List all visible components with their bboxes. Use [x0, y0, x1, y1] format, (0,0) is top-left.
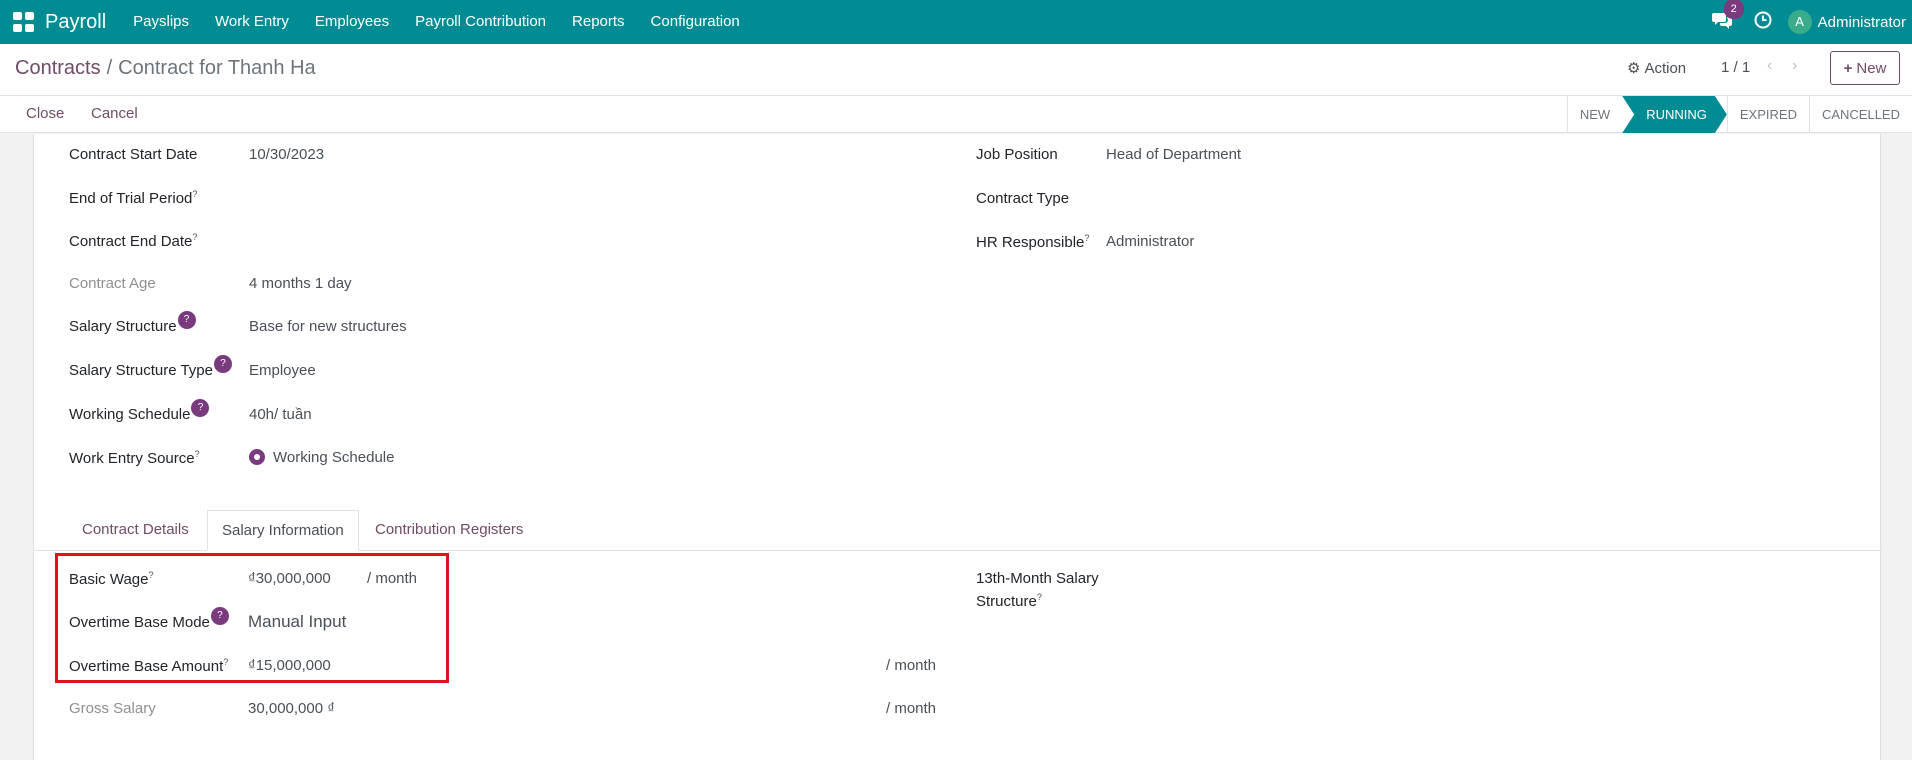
- tab-contract-details[interactable]: Contract Details: [68, 510, 203, 551]
- thirteenth-month-label-line2: Structure?: [976, 592, 1042, 610]
- pager-previous-icon[interactable]: ‹: [1767, 57, 1772, 75]
- menu-employees[interactable]: Employees: [302, 0, 402, 44]
- work-entry-source-radio[interactable]: Working Schedule: [249, 449, 394, 466]
- breadcrumb: Contracts / Contract for Thanh Ha: [15, 57, 316, 80]
- working-schedule-field[interactable]: 40h/ tuần: [249, 406, 312, 423]
- action-label: Action: [1644, 59, 1687, 77]
- trial-period-label: End of Trial Period?: [69, 189, 198, 207]
- stage-running[interactable]: RUNNING: [1622, 96, 1727, 133]
- hr-responsible-label: HR Responsible?: [976, 233, 1090, 251]
- stage-pipeline: NEW RUNNING EXPIRED CANCELLED: [1566, 96, 1912, 133]
- tooltip-mark[interactable]: ?: [192, 232, 197, 242]
- help-icon[interactable]: ?: [177, 311, 196, 329]
- job-position-label: Job Position: [976, 146, 1058, 163]
- help-icon[interactable]: ?: [191, 399, 210, 417]
- notebook-tabs: Contract Details Salary Information Cont…: [34, 510, 1882, 551]
- breadcrumb-contracts[interactable]: Contracts: [15, 57, 101, 79]
- control-panel: Contracts / Contract for Thanh Ha ⚙ Action…: [0, 44, 1912, 96]
- gross-salary-period: / month: [886, 700, 937, 717]
- work-entry-source-label: Work Entry Source?: [69, 449, 200, 467]
- menu-payroll-contribution[interactable]: Payroll Contribution: [402, 0, 559, 44]
- message-count-badge: 2: [1723, 0, 1744, 19]
- tab-salary-information[interactable]: Salary Information: [207, 510, 359, 551]
- apps-menu-icon[interactable]: [13, 12, 35, 32]
- tooltip-mark[interactable]: ?: [192, 189, 197, 199]
- breadcrumb-separator: /: [106, 57, 113, 79]
- menu-configuration[interactable]: Configuration: [638, 0, 753, 44]
- help-icon[interactable]: ?: [213, 355, 232, 373]
- messaging-icon[interactable]: 2: [1711, 0, 1744, 33]
- highlight-annotation-box: [55, 553, 449, 683]
- stage-expired[interactable]: EXPIRED: [1726, 96, 1809, 133]
- cancel-button[interactable]: Cancel: [91, 105, 138, 122]
- tooltip-mark[interactable]: ?: [1037, 592, 1042, 602]
- salary-structure-field[interactable]: Base for new structures: [249, 318, 407, 335]
- pager-value[interactable]: 1 / 1: [1721, 59, 1750, 76]
- user-name: Administrator: [1817, 13, 1906, 31]
- gross-salary-label: Gross Salary: [69, 700, 156, 717]
- hr-responsible-field[interactable]: Administrator: [1106, 233, 1194, 250]
- avatar: A: [1787, 10, 1812, 34]
- gross-salary-value: 30,000,000 ₫: [248, 700, 335, 717]
- user-menu[interactable]: A Administrator: [1787, 10, 1906, 34]
- working-schedule-label: Working Schedule?: [69, 399, 210, 424]
- tooltip-mark[interactable]: ?: [1084, 233, 1089, 243]
- tab-contribution-registers[interactable]: Contribution Registers: [361, 510, 537, 551]
- status-bar: Close Cancel NEW RUNNING EXPIRED CANCELL…: [0, 96, 1912, 133]
- new-button[interactable]: + New: [1830, 51, 1900, 85]
- menu-reports[interactable]: Reports: [559, 0, 638, 44]
- pager-next-icon[interactable]: ›: [1792, 57, 1797, 75]
- radio-selected-icon[interactable]: [249, 449, 265, 466]
- tooltip-mark[interactable]: ?: [195, 449, 200, 459]
- job-position-field[interactable]: Head of Department: [1106, 146, 1241, 163]
- stage-cancelled[interactable]: CANCELLED: [1808, 96, 1912, 133]
- top-navbar: Payroll Payslips Work Entry Employees Pa…: [0, 0, 1912, 44]
- action-button[interactable]: ⚙ Action: [1627, 59, 1687, 78]
- salary-structure-type-label: Salary Structure Type?: [69, 355, 232, 380]
- contract-age-label: Contract Age: [69, 275, 156, 292]
- stage-new[interactable]: NEW: [1566, 96, 1622, 133]
- plus-icon: +: [1843, 59, 1853, 77]
- overtime-amount-period: / month: [886, 657, 937, 674]
- contract-type-label: Contract Type: [976, 190, 1070, 207]
- gear-icon: ⚙: [1627, 60, 1641, 77]
- contract-start-field[interactable]: 10/30/2023: [249, 146, 324, 163]
- contract-start-label: Contract Start Date: [69, 146, 198, 163]
- menu-work-entry[interactable]: Work Entry: [202, 0, 302, 44]
- activity-clock-icon[interactable]: [1754, 11, 1772, 33]
- thirteenth-month-label-line1: 13th-Month Salary: [976, 570, 1099, 587]
- close-button[interactable]: Close: [26, 105, 64, 122]
- salary-structure-type-field[interactable]: Employee: [249, 362, 316, 379]
- new-label: New: [1856, 59, 1887, 77]
- menu-payslips[interactable]: Payslips: [120, 0, 202, 44]
- salary-structure-label: Salary Structure?: [69, 311, 196, 336]
- app-name[interactable]: Payroll: [45, 11, 106, 34]
- contract-end-label: Contract End Date?: [69, 232, 198, 250]
- contract-age-value: 4 months 1 day: [249, 275, 352, 292]
- breadcrumb-current: Contract for Thanh Ha: [118, 57, 316, 79]
